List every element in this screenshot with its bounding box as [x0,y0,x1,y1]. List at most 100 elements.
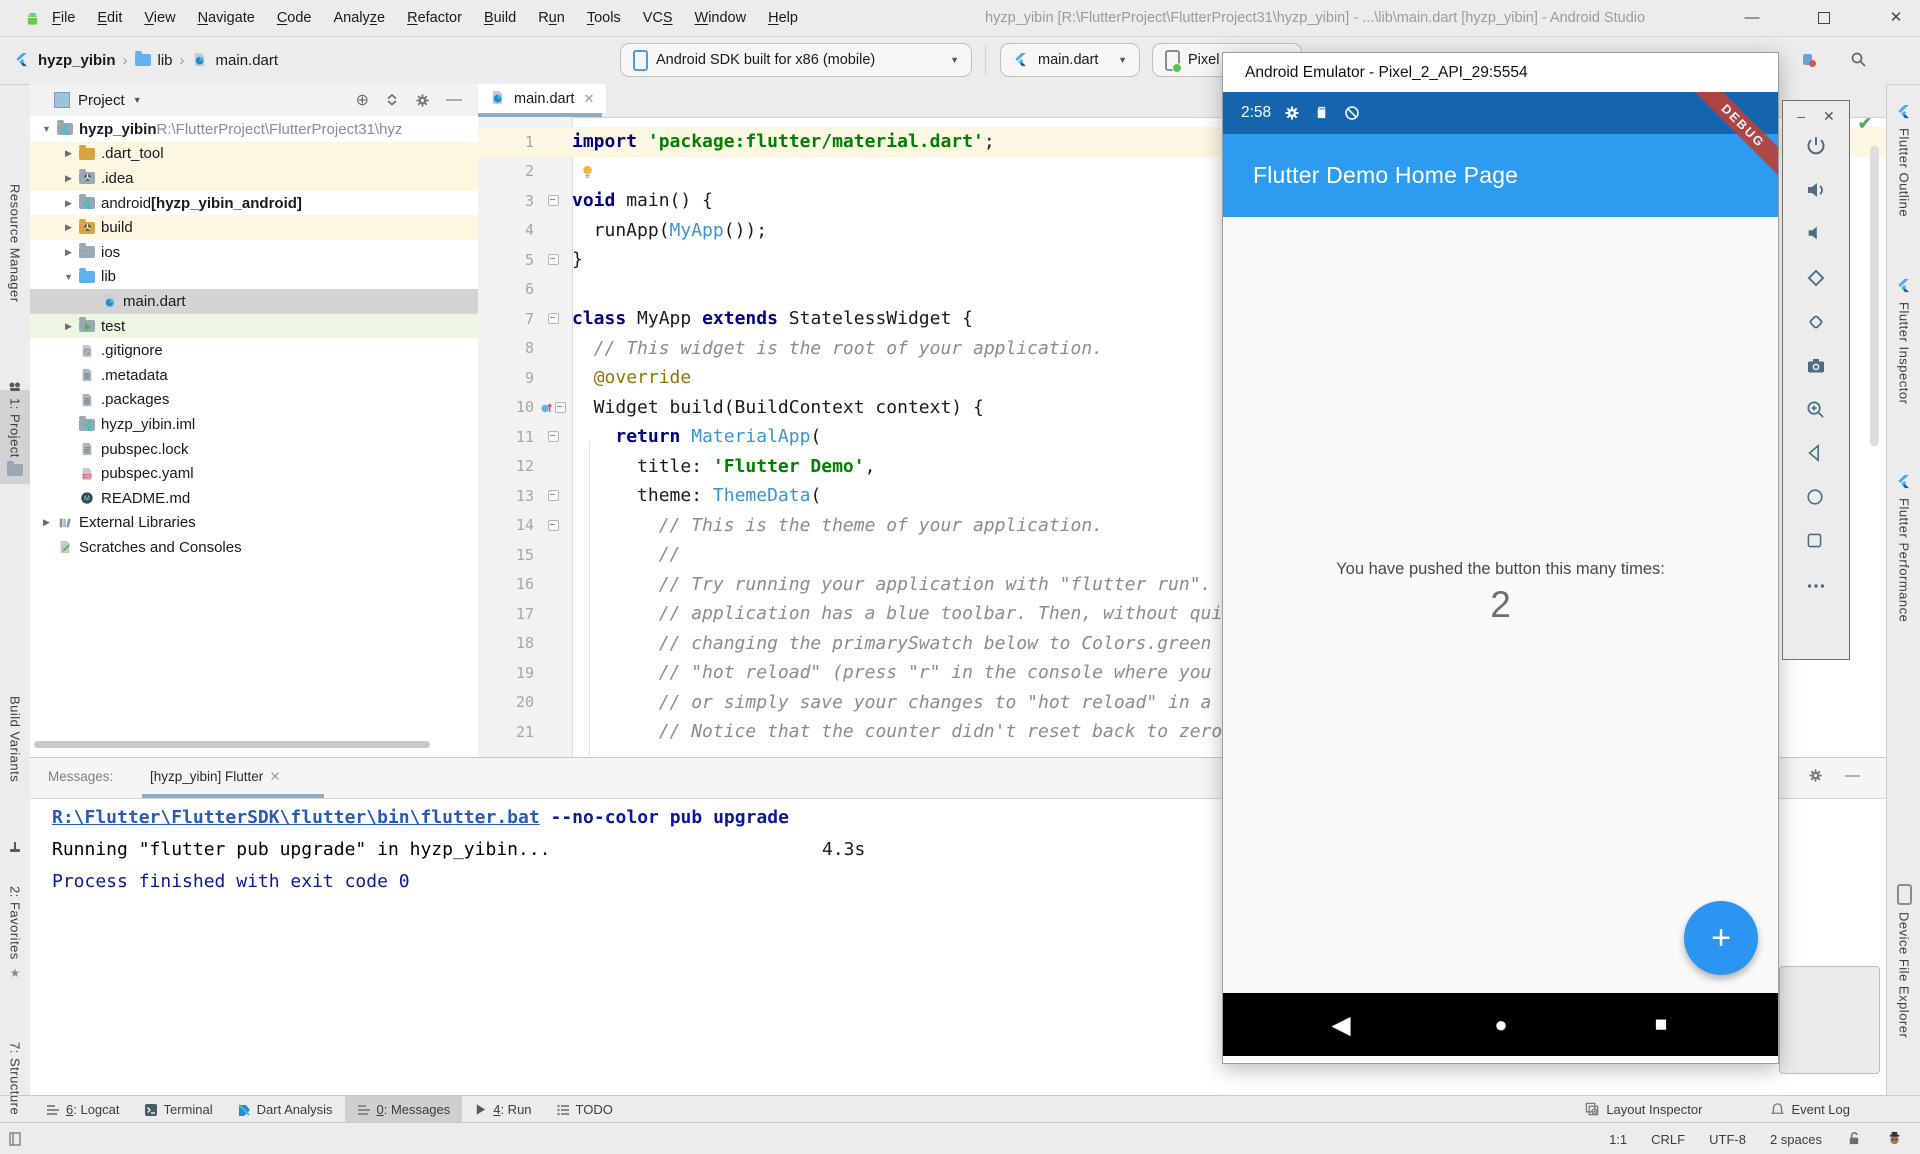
stripe-flutter-performance[interactable]: Flutter Performance [1887,474,1920,622]
emu-more-icon[interactable] [1805,575,1828,598]
tree-item-build[interactable]: ▶build [30,215,478,240]
tree-item-android[interactable]: ▶android [hyzp_yibin_android] [30,191,478,216]
breadcrumb-dir[interactable]: lib [158,52,173,69]
stripe-build-variants[interactable]: Build Variants [0,696,30,782]
stripe-2-favorites[interactable]: 2: Favorites★ [0,886,30,980]
nav-overview-button[interactable]: ■ [1631,993,1691,1056]
button-layout-inspector[interactable]: Layout Inspector [1573,1096,1714,1123]
editor-scrollbar[interactable] [1870,146,1879,446]
expand-closed-icon[interactable]: ▶ [38,517,55,528]
chevron-down-icon[interactable]: ▼ [133,95,142,105]
highlighting-level-icon[interactable] [1887,1131,1904,1148]
toolwindow-terminal[interactable]: Terminal [132,1096,225,1123]
tree-item-pubspec.lock[interactable]: pubspec.lock [30,437,478,462]
status-caret-position[interactable]: 1:1 [1609,1132,1627,1147]
tree-item-hyzp-yibin.iml[interactable]: hyzp_yibin.iml [30,412,478,437]
settings-gear-icon[interactable] [415,93,430,108]
locate-file-icon[interactable]: ⊕ [356,90,369,110]
resource-manager-icon[interactable] [0,380,30,394]
menu-edit[interactable]: Edit [86,10,133,26]
tree-item-ios[interactable]: ▶···ios [30,240,478,265]
menu-run[interactable]: Run [527,10,576,26]
tree-item-.idea[interactable]: ▶.idea [30,166,478,191]
hide-panel-icon[interactable]: — [1845,767,1860,784]
expand-closed-icon[interactable]: ▶ [60,173,77,184]
stripe-resource-manager[interactable]: Resource Manager [0,184,30,303]
toolwindow-6-logcat[interactable]: 6: Logcat [34,1096,132,1123]
expand-closed-icon[interactable]: ▶ [60,247,77,258]
button-event-log[interactable]: Event Log [1758,1096,1862,1123]
messages-tab-flutter[interactable]: [hyzp_yibin] Flutter✕ [150,769,281,785]
stripe-device-file-explorer[interactable]: Device File Explorer [1887,884,1920,1038]
tool-window-switcher-icon[interactable] [8,1131,25,1148]
tree-item-.metadata[interactable]: .metadata [30,363,478,388]
tree-item-readme.md[interactable]: MREADME.md [30,486,478,511]
project-horizontal-scrollbar[interactable] [34,741,430,748]
menu-vcs[interactable]: VCS [632,10,684,26]
menu-navigate[interactable]: Navigate [187,10,266,26]
search-everywhere-icon[interactable] [1850,51,1867,68]
status-encoding[interactable]: UTF-8 [1709,1132,1746,1147]
toolwindow-todo[interactable]: TODO [544,1096,625,1123]
emulator-minimize-button[interactable]: – [1797,108,1805,124]
stripe-flutter-inspector[interactable]: Flutter Inspector [1887,278,1920,404]
expand-closed-icon[interactable]: ▶ [60,148,77,159]
emu-camera-icon[interactable] [1805,355,1828,378]
menu-tools[interactable]: Tools [576,10,632,26]
expand-closed-icon[interactable]: ▶ [60,321,77,332]
unlock-icon[interactable] [1846,1131,1863,1148]
emu-back-icon[interactable] [1805,443,1828,466]
emu-rotate-left-icon[interactable] [1805,267,1828,290]
emu-power-icon[interactable] [1805,135,1828,158]
tree-item-scratches-and-consoles[interactable]: Scratches and Consoles [30,535,478,560]
toolwindow-0-messages[interactable]: 0: Messages [345,1096,463,1123]
emu-zoom-in-icon[interactable] [1805,399,1828,422]
stripe-flutter-outline[interactable]: Flutter Outline [1887,104,1920,217]
tree-item-.packages[interactable]: .packages [30,388,478,413]
tree-item-test[interactable]: ▶test [30,314,478,339]
fab-increment-button[interactable]: + [1684,901,1758,975]
menu-help[interactable]: Help [757,10,809,26]
emu-rotate-right-icon[interactable] [1805,311,1828,334]
tree-item-main.dart[interactable]: main.dart [30,289,478,314]
attach-debugger-icon[interactable] [1800,51,1817,68]
project-panel-title[interactable]: Project [78,92,125,109]
run-config-dropdown[interactable]: main.dart ▼ [1000,43,1140,77]
menu-window[interactable]: Window [684,10,758,26]
close-tab-icon[interactable]: ✕ [583,91,594,107]
close-tab-icon[interactable]: ✕ [269,769,280,784]
hide-panel-icon[interactable]: — [446,91,462,109]
tree-item-hyzp-yibin[interactable]: ▼hyzp_yibin R:\FlutterProject\FlutterPro… [30,117,478,142]
nav-back-button[interactable]: ◀ [1311,993,1371,1056]
menu-view[interactable]: View [133,10,186,26]
console-command-link[interactable]: R:\Flutter\FlutterSDK\flutter\bin\flutte… [52,807,540,828]
menu-analyze[interactable]: Analyze [323,10,397,26]
stripe-1-project[interactable]: 1: Project [0,390,30,484]
expand-open-icon[interactable]: ▼ [60,272,77,282]
tree-item-pubspec.yaml[interactable]: YMLpubspec.yaml [30,461,478,486]
window-maximize-button[interactable] [1802,0,1846,36]
expand-closed-icon[interactable]: ▶ [60,222,77,233]
emu-volume-up-icon[interactable] [1805,179,1828,202]
toolwindow-dart-analysis[interactable]: Dart Analysis [225,1096,345,1123]
emu-overview-icon[interactable] [1805,531,1828,554]
status-line-endings[interactable]: CRLF [1651,1132,1685,1147]
breadcrumb-file[interactable]: main.dart [216,52,279,69]
menu-file[interactable]: File [41,10,86,26]
status-indent[interactable]: 2 spaces [1770,1132,1822,1147]
emulator-screen[interactable]: 2:58 Flutter Demo Home Page DEBUG You ha… [1223,92,1778,1056]
menu-refactor[interactable]: Refactor [396,10,473,26]
tree-item-lib[interactable]: ▼lib [30,265,478,290]
console-settings-gear-icon[interactable] [1808,768,1823,783]
tree-item-.dart-tool[interactable]: ▶.dart_tool [30,142,478,167]
device-selector-dropdown[interactable]: Android SDK built for x86 (mobile) ▼ [620,43,972,77]
window-minimize-button[interactable]: — [1730,0,1774,36]
breadcrumb-project[interactable]: hyzp_yibin [38,52,116,69]
emu-volume-down-icon[interactable] [1805,223,1828,246]
tree-item-external-libraries[interactable]: ▶External Libraries [30,511,478,536]
emulator-close-button[interactable]: ✕ [1823,108,1835,125]
collapse-all-icon[interactable] [385,93,399,107]
window-close-button[interactable]: ✕ [1874,0,1918,36]
tree-item-.gitignore[interactable]: .gitignore [30,338,478,363]
expand-closed-icon[interactable]: ▶ [60,198,77,209]
